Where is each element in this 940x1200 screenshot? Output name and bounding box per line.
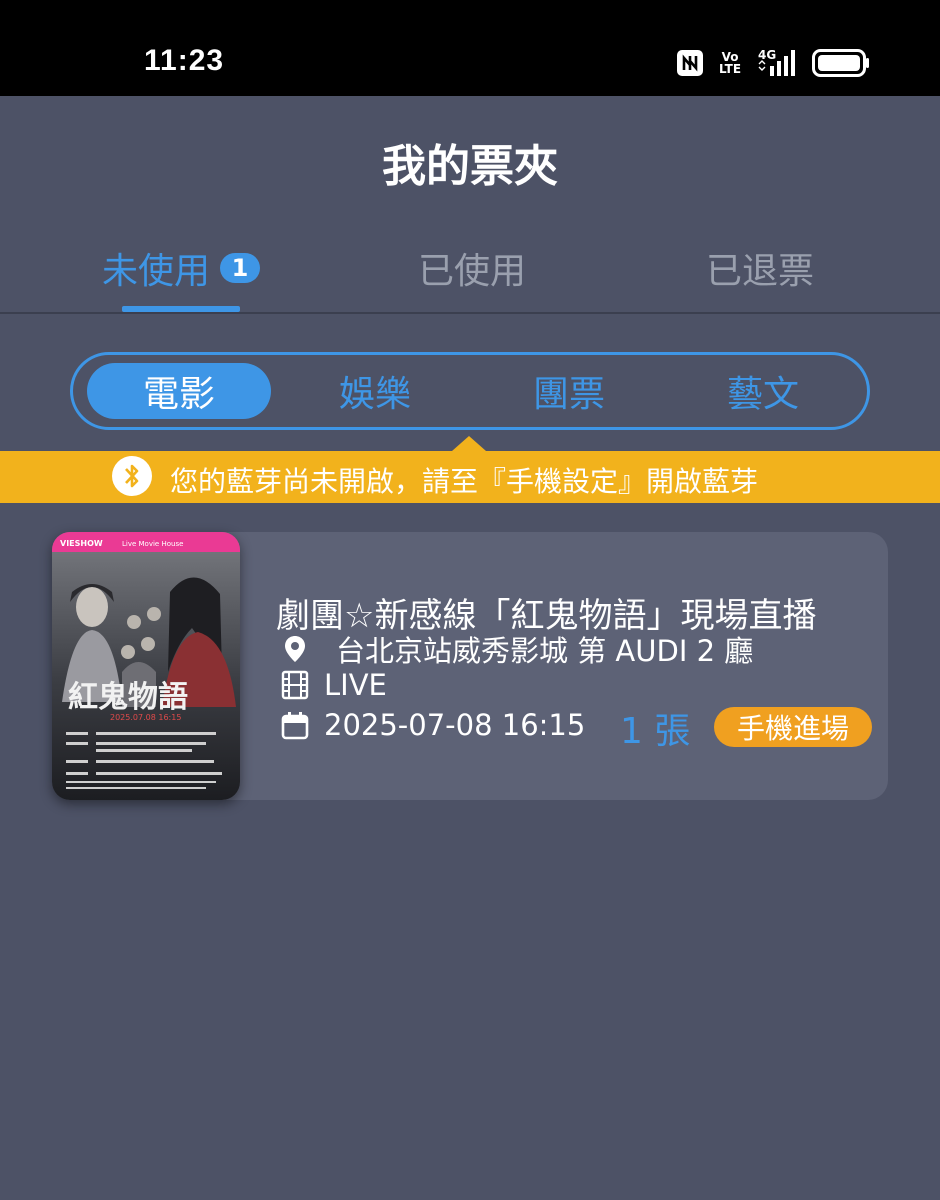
venue-text: 台北京站威秀影城 第 AUDI 2 廳 xyxy=(336,634,754,668)
svg-text:4G: 4G xyxy=(758,48,776,62)
datetime-text: 2025-07-08 16:15 xyxy=(324,708,586,742)
poster-house: Live Movie House xyxy=(122,540,183,548)
status-bar: 11:23 Vo LTE 4G xyxy=(0,0,940,96)
tab-refunded[interactable]: 已退票 xyxy=(706,242,814,294)
datetime-row: 2025-07-08 16:15 xyxy=(280,708,585,742)
category-segmented-control: 電影 娛樂 團票 藝文 xyxy=(70,352,870,430)
tab-label: 未使用 xyxy=(102,251,211,292)
divider xyxy=(0,312,940,314)
bluetooth-notice-text: 您的藍芽尚未開啟，請至『手機設定』開啟藍芽 xyxy=(170,465,759,498)
poster-title: 紅鬼物語 xyxy=(68,680,188,715)
bluetooth-notice-banner[interactable]: 您的藍芽尚未開啟，請至『手機設定』開啟藍芽 xyxy=(0,451,940,503)
notice-pointer xyxy=(452,436,486,451)
segment-entertainment[interactable]: 娛樂 xyxy=(285,363,465,419)
mobile-entry-badge[interactable]: 手機進場 xyxy=(714,707,872,747)
venue-row: 台北京站威秀影城 第 AUDI 2 廳 xyxy=(280,628,753,670)
nfc-icon xyxy=(677,50,703,76)
tab-unused[interactable]: 未使用 1 xyxy=(102,242,261,294)
bluetooth-icon xyxy=(112,456,152,496)
segment-group-ticket[interactable]: 團票 xyxy=(479,363,659,419)
location-pin-icon xyxy=(285,636,305,662)
segment-movie[interactable]: 電影 xyxy=(87,363,271,419)
signal-icon: 4G xyxy=(758,48,795,76)
status-time: 11:23 xyxy=(144,44,225,77)
tab-used[interactable]: 已使用 xyxy=(418,242,526,294)
volte-icon: Vo LTE xyxy=(718,50,742,76)
ticket-card[interactable]: VIESHOW Live Movie House 紅鬼物語 2025.07.08… xyxy=(52,532,888,800)
poster-date: 2025.07.08 16:15 xyxy=(110,713,181,722)
unused-count-badge: 1 xyxy=(220,253,261,283)
ticket-status-tabs: 未使用 1 已使用 已退票 xyxy=(0,236,940,314)
poster-brand: VIESHOW xyxy=(60,539,103,548)
film-icon xyxy=(281,670,309,700)
calendar-icon xyxy=(281,712,309,740)
segment-arts[interactable]: 藝文 xyxy=(673,363,853,419)
status-icons: Vo LTE 4G xyxy=(676,46,870,80)
battery-icon xyxy=(812,49,869,77)
ticket-quantity: 1 張 xyxy=(620,711,691,752)
format-text: LIVE xyxy=(324,668,387,702)
format-row: LIVE xyxy=(280,668,387,702)
movie-poster[interactable]: VIESHOW Live Movie House 紅鬼物語 2025.07.08… xyxy=(52,532,240,800)
page-title: 我的票夾 xyxy=(382,141,558,192)
